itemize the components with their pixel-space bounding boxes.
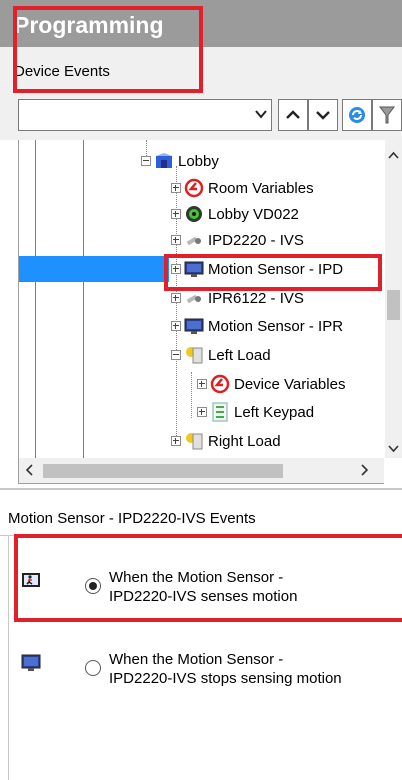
- event-item-stops-sensing[interactable]: When the Motion Sensor - IPD2220-IVS sto…: [9, 650, 402, 700]
- tree-item-room-variables[interactable]: Room Variables: [171, 175, 314, 201]
- monitor-icon: [21, 654, 41, 674]
- move-up-button[interactable]: [278, 99, 308, 131]
- scroll-down-icon[interactable]: [388, 440, 399, 458]
- tree-guide-line: [83, 140, 84, 458]
- toolbar: [0, 95, 402, 140]
- event-description: When the Motion Sensor - IPD2220-IVS sto…: [109, 651, 342, 687]
- tree-item-lobby-vd022[interactable]: Lobby VD022: [171, 201, 299, 227]
- tree-item-label: IPR6122 - IVS: [208, 289, 304, 307]
- scroll-right-icon[interactable]: [361, 463, 369, 481]
- collapse-icon[interactable]: [171, 350, 181, 360]
- tree-item-motion-sensor-ipr[interactable]: Motion Sensor - IPR: [171, 313, 343, 339]
- tree-item-label: Lobby: [178, 152, 219, 170]
- filter-icon: [379, 106, 395, 124]
- scroll-thumb[interactable]: [43, 464, 283, 478]
- tree-item-label: Left Keypad: [234, 403, 315, 421]
- radio-stops-sensing[interactable]: [85, 660, 101, 676]
- chevron-down-icon: [316, 111, 330, 120]
- refresh-icon: [349, 107, 365, 123]
- camera-icon: [184, 230, 204, 250]
- tree-item-right-load[interactable]: Right Load: [171, 428, 281, 454]
- expand-icon[interactable]: [171, 235, 181, 245]
- expand-icon[interactable]: [171, 321, 181, 331]
- tree-horizontal-scrollbar[interactable]: [18, 458, 384, 484]
- tree-item-left-keypad[interactable]: Left Keypad: [197, 399, 314, 425]
- expand-icon[interactable]: [171, 436, 181, 446]
- tree-item-label: Device Variables: [234, 375, 346, 393]
- tree-item-left-load[interactable]: Left Load: [171, 342, 271, 368]
- tree-item-label: Lobby VD022: [208, 205, 299, 223]
- device-select[interactable]: [18, 99, 272, 131]
- tree-item-label: Motion Sensor - IPR: [208, 317, 344, 335]
- light-load-icon: [184, 431, 204, 451]
- tree-selection-bar: [19, 256, 169, 282]
- keypad-icon: [210, 402, 230, 422]
- expand-icon[interactable]: [197, 379, 207, 389]
- collapse-icon[interactable]: [141, 156, 151, 166]
- tree-item-label: Room Variables: [208, 179, 314, 197]
- virtual-device-icon: [184, 204, 204, 224]
- scroll-up-icon[interactable]: [388, 146, 399, 164]
- tree-vertical-scrollbar[interactable]: [385, 140, 402, 458]
- highlight-frame-header: [13, 6, 203, 93]
- highlight-frame-tree-item: [164, 254, 382, 291]
- events-title: Motion Sensor - IPD2220-IVS Events: [8, 510, 256, 527]
- tree-item-ipd2220[interactable]: IPD2220 - IVS: [171, 227, 304, 253]
- refresh-button[interactable]: [342, 99, 372, 131]
- chevron-up-icon: [286, 110, 300, 119]
- device-tree: Lobby Room Variables Lobby VD022 IPD2220…: [18, 140, 402, 458]
- expand-icon[interactable]: [197, 407, 207, 417]
- panel-splitter[interactable]: [0, 488, 402, 490]
- variables-icon: [210, 374, 230, 394]
- events-header: Motion Sensor - IPD2220-IVS Events: [0, 498, 402, 536]
- monitor-icon: [184, 316, 204, 336]
- room-icon: [154, 151, 174, 171]
- expand-icon[interactable]: [171, 293, 181, 303]
- scroll-thumb[interactable]: [387, 290, 400, 320]
- tree-item-label: IPD2220 - IVS: [208, 231, 304, 249]
- expand-icon[interactable]: [171, 209, 181, 219]
- expand-icon[interactable]: [171, 183, 181, 193]
- variables-icon: [184, 178, 204, 198]
- tree-item-lobby[interactable]: Lobby: [141, 148, 219, 174]
- tree-item-label: Right Load: [208, 432, 281, 450]
- resize-grip[interactable]: [180, 773, 216, 780]
- camera-icon: [184, 288, 204, 308]
- scroll-left-icon[interactable]: [25, 463, 33, 481]
- tree-item-device-variables[interactable]: Device Variables: [197, 371, 345, 397]
- tree-guide-line: [35, 140, 36, 458]
- tree-item-label: Left Load: [208, 346, 271, 364]
- move-down-button[interactable]: [308, 99, 338, 131]
- chevron-down-icon: [255, 106, 267, 123]
- highlight-frame-event: [14, 534, 402, 622]
- light-load-icon: [184, 345, 204, 365]
- filter-button[interactable]: [372, 99, 402, 131]
